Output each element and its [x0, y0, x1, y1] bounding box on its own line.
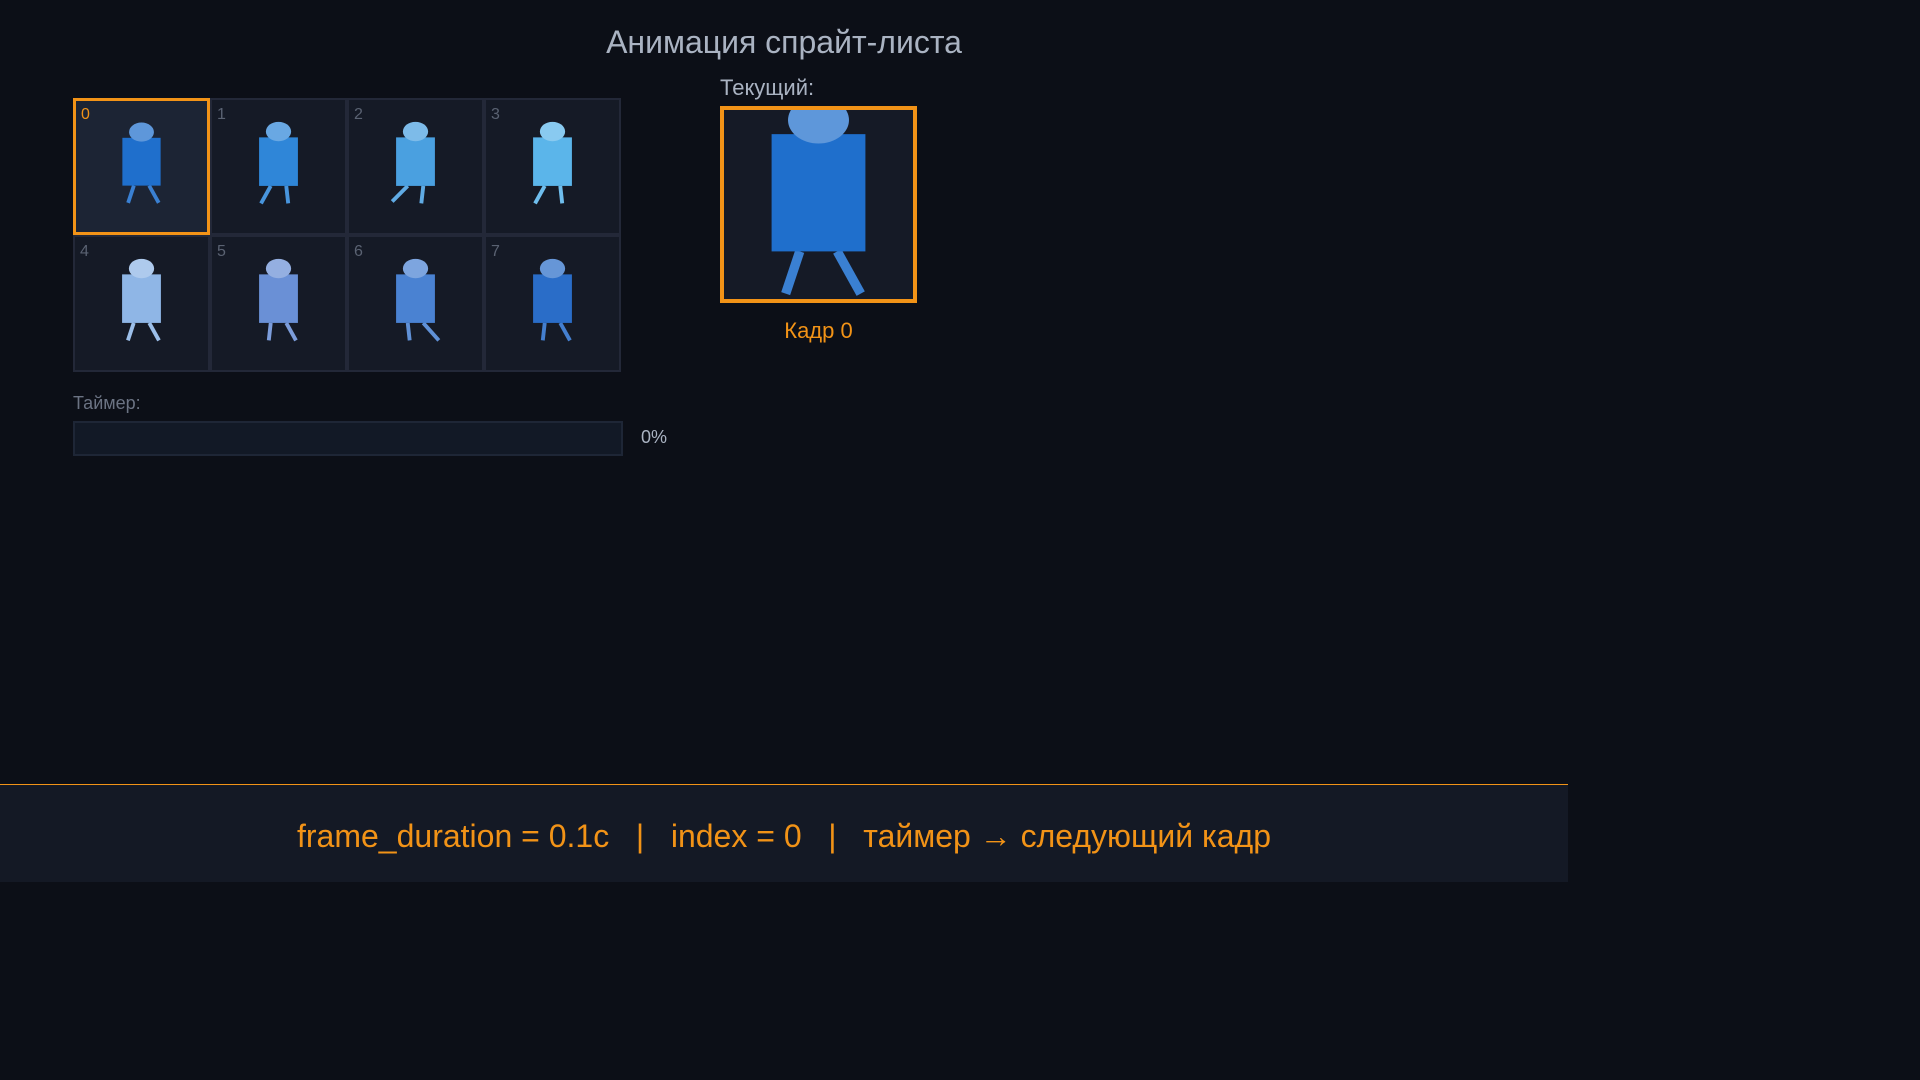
sprite-frame-cell[interactable]: 6	[347, 235, 484, 372]
sprite-frame-cell[interactable]: 0	[73, 98, 210, 235]
sprite-leg	[558, 185, 565, 204]
frame-number: 7	[491, 243, 500, 260]
sprite-leg	[405, 322, 412, 341]
sprite-frame-cell[interactable]: 2	[347, 98, 484, 235]
sprite-leg	[126, 322, 136, 342]
sprite-body	[259, 137, 298, 186]
sprite-body	[396, 274, 435, 323]
sprite-leg	[284, 185, 291, 204]
sprite-head	[265, 258, 292, 279]
sprite-frame-cell[interactable]: 3	[484, 98, 621, 235]
sprite-head	[539, 258, 566, 279]
frame-number: 6	[354, 243, 363, 260]
sprite-leg	[284, 321, 298, 342]
sprite-body	[259, 274, 298, 323]
sprite-leg	[266, 322, 273, 341]
sprite-leg	[147, 184, 161, 204]
sprite-leg	[259, 184, 273, 205]
sprite-body	[533, 137, 572, 186]
sprite-frame-cell[interactable]: 1	[210, 98, 347, 235]
sprite-frame-image	[259, 258, 298, 342]
sprite-frame-cell[interactable]: 4	[73, 235, 210, 372]
timer-percent: 0%	[641, 427, 668, 447]
frame-number: 1	[217, 106, 226, 123]
sprite-head	[402, 121, 429, 142]
sprite-body	[533, 274, 572, 323]
frame-number: 3	[491, 106, 500, 123]
current-frame-label: Текущий:	[720, 75, 815, 100]
sprite-leg	[781, 249, 805, 296]
sprite-leg	[558, 321, 572, 342]
frame-number: 4	[80, 243, 89, 260]
sprite-leg	[147, 321, 161, 342]
timer-progress-bar	[73, 421, 623, 456]
sprite-animation-screen: Анимация спрайт-листа 0 1 2 3 4 5 6 7 Таймер: 0…	[0, 0, 1568, 882]
sprite-body	[771, 134, 866, 252]
sprite-leg	[126, 185, 136, 204]
sprite-frame-image	[259, 121, 298, 205]
sprite-head	[128, 258, 155, 279]
status-footer: frame_duration = 0.1с | index = 0 | тайм…	[0, 784, 1568, 882]
sprite-frame-cell[interactable]: 5	[210, 235, 347, 372]
sprite-head	[402, 258, 429, 279]
sprite-head	[129, 122, 154, 142]
sprite-frame-image	[122, 258, 161, 342]
timer-label: Таймер:	[73, 393, 141, 413]
sprite-leg	[390, 184, 410, 203]
frame-number: 5	[217, 243, 226, 260]
sprite-frame-image	[390, 121, 435, 204]
page-title: Анимация спрайт-листа	[606, 24, 962, 60]
sprite-frame-image	[533, 258, 572, 342]
sprite-leg	[540, 322, 547, 341]
current-sprite-image	[771, 110, 866, 296]
footer-text: frame_duration = 0.1с | index = 0 | тайм…	[297, 818, 1271, 854]
sprite-body	[396, 137, 435, 186]
sprite-head	[539, 121, 566, 142]
sprite-sheet-grid: 0 1 2 3 4 5 6 7	[73, 98, 623, 373]
sprite-body	[122, 137, 161, 186]
sprite-head	[265, 121, 292, 142]
sprite-frame-image	[533, 121, 572, 205]
sprite-leg	[533, 184, 547, 205]
sprite-frame-image	[122, 122, 161, 204]
sprite-frame-cell[interactable]: 7	[484, 235, 621, 372]
current-frame-preview	[720, 106, 917, 303]
sprite-leg	[421, 321, 441, 342]
sprite-frame-image	[396, 258, 441, 342]
sprite-leg	[833, 249, 865, 296]
frame-number: 2	[354, 106, 363, 123]
sprite-leg	[419, 185, 426, 204]
sprite-body	[122, 274, 161, 323]
current-frame-name: Кадр 0	[784, 318, 853, 343]
frame-number: 0	[81, 106, 90, 123]
